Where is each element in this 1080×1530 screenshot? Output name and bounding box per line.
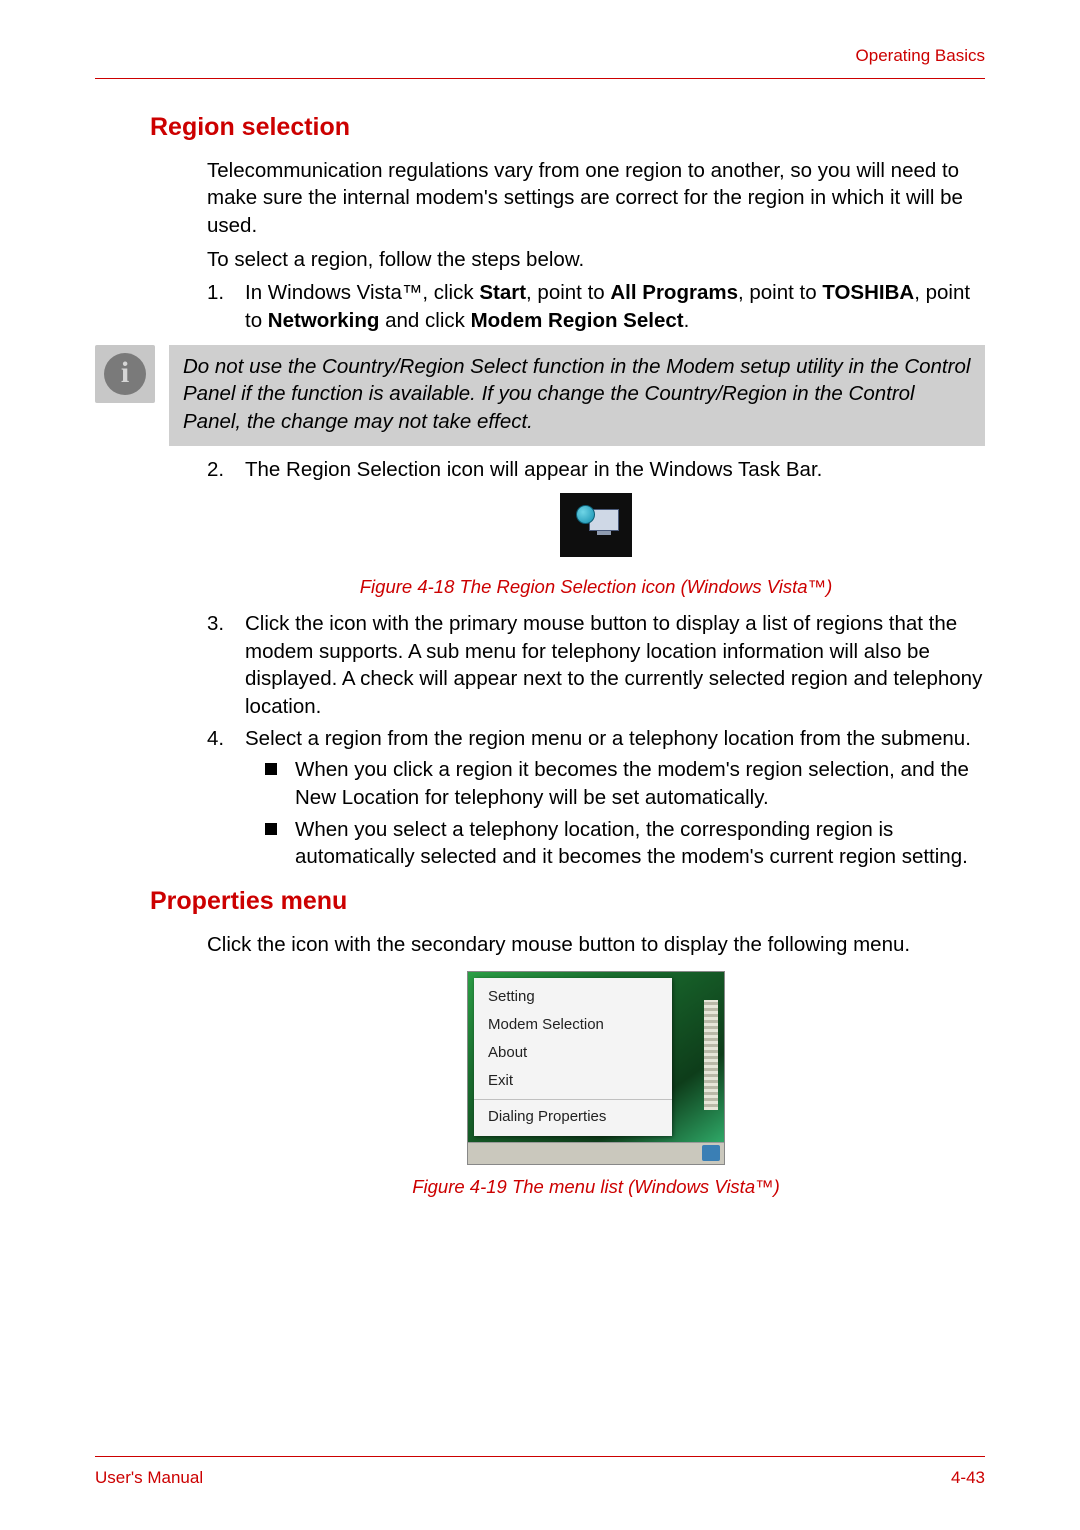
step1-text-a: In Windows Vista™, click (245, 281, 479, 304)
menu-item-setting[interactable]: Setting (474, 983, 672, 1011)
menu-item-exit[interactable]: Exit (474, 1067, 672, 1095)
page-footer: User's Manual 4-43 (95, 1456, 985, 1490)
menu-separator (474, 1099, 672, 1100)
steps-list-cont: The Region Selection icon will appear in… (207, 456, 985, 484)
steps-list: In Windows Vista™, click Start, point to… (207, 279, 985, 334)
step-3: Click the icon with the primary mouse bu… (207, 610, 985, 721)
step4-bullets: When you click a region it becomes the m… (265, 756, 985, 871)
step1-bold-toshiba: TOSHIBA (822, 281, 914, 304)
step1-bold-allprograms: All Programs (610, 281, 738, 304)
step1-bold-start: Start (479, 281, 526, 304)
taskbar-strip (468, 1142, 724, 1164)
info-icon: i (104, 353, 146, 395)
page-header: Operating Basics (95, 45, 985, 79)
step1-text-f: . (684, 309, 690, 332)
figure-4-19-caption: Figure 4-19 The menu list (Windows Vista… (207, 1175, 985, 1200)
region-pre-steps: To select a region, follow the steps bel… (207, 246, 985, 274)
figure-4-19: Setting Modem Selection About Exit Diali… (207, 971, 985, 1200)
step-4: Select a region from the region menu or … (207, 725, 985, 753)
header-section-link[interactable]: Operating Basics (856, 46, 985, 65)
heading-region-selection: Region selection (150, 111, 985, 145)
scroll-strip-icon (704, 1000, 718, 1110)
tray-icon (702, 1145, 720, 1161)
step1-text-c: , point to (738, 281, 822, 304)
menu-item-dialing-properties[interactable]: Dialing Properties (474, 1103, 672, 1131)
steps-list-cont2: Click the icon with the primary mouse bu… (207, 610, 985, 752)
menu-item-about[interactable]: About (474, 1039, 672, 1067)
footer-manual-label: User's Manual (95, 1467, 203, 1490)
region-selection-taskbar-icon (560, 493, 632, 557)
bullet-region-click: When you click a region it becomes the m… (265, 756, 985, 811)
info-icon-wrap: i (95, 345, 155, 403)
step1-bold-networking: Networking (268, 309, 380, 332)
step-1: In Windows Vista™, click Start, point to… (207, 279, 985, 334)
context-menu: Setting Modem Selection About Exit Diali… (474, 978, 672, 1136)
region-intro: Telecommunication regulations vary from … (207, 157, 985, 240)
properties-intro: Click the icon with the secondary mouse … (207, 931, 985, 959)
menu-screenshot: Setting Modem Selection About Exit Diali… (467, 971, 725, 1165)
step1-text-e: and click (379, 309, 470, 332)
step1-text-b: , point to (526, 281, 610, 304)
step-2: The Region Selection icon will appear in… (207, 456, 985, 484)
info-note-text: Do not use the Country/Region Select fun… (169, 345, 985, 446)
bullet-telephony-select: When you select a telephony location, th… (265, 816, 985, 871)
info-note-block: i Do not use the Country/Region Select f… (95, 345, 985, 446)
step1-bold-modemregion: Modem Region Select (471, 309, 684, 332)
figure-4-18-caption: Figure 4-18 The Region Selection icon (W… (207, 575, 985, 600)
figure-4-18: Figure 4-18 The Region Selection icon (W… (207, 493, 985, 600)
heading-properties-menu: Properties menu (150, 885, 985, 919)
menu-item-modem-selection[interactable]: Modem Selection (474, 1011, 672, 1039)
footer-page-number: 4-43 (951, 1467, 985, 1490)
